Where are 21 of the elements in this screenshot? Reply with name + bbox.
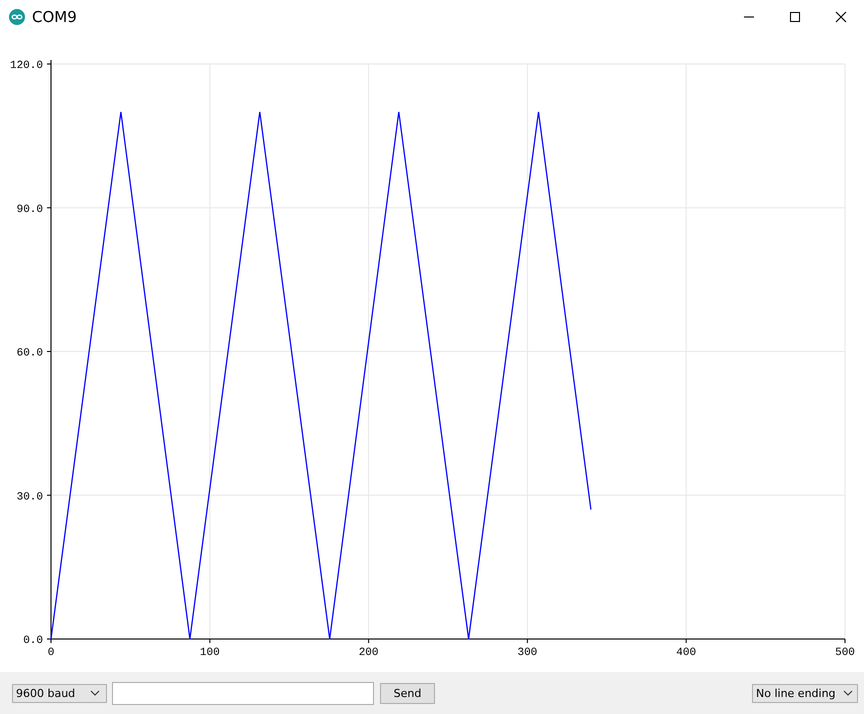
maximize-icon bbox=[789, 11, 801, 23]
close-icon bbox=[835, 11, 847, 23]
x-tick-label: 300 bbox=[518, 647, 538, 659]
x-tick-label: 400 bbox=[676, 647, 696, 659]
window-title: COM9 bbox=[32, 8, 77, 26]
y-tick-label: 120.0 bbox=[10, 60, 43, 72]
app-icon bbox=[9, 9, 25, 25]
caret-icon bbox=[90, 690, 100, 696]
x-tick-label: 500 bbox=[835, 647, 855, 659]
x-tick-label: 200 bbox=[358, 647, 378, 659]
line-ending-dropdown[interactable]: No line ending bbox=[752, 684, 858, 702]
y-tick-label: 0.0 bbox=[23, 635, 43, 647]
baud-dropdown[interactable]: 9600 baud bbox=[12, 684, 107, 702]
send-button[interactable]: Send bbox=[380, 682, 435, 704]
y-tick-label: 30.0 bbox=[16, 491, 43, 504]
message-field[interactable] bbox=[112, 682, 374, 704]
y-tick-label: 60.0 bbox=[16, 348, 43, 360]
x-tick-label: 0 bbox=[48, 647, 54, 659]
x-tick-label: 100 bbox=[200, 647, 220, 659]
caret-icon bbox=[843, 690, 853, 696]
y-tick-label: 90.0 bbox=[16, 204, 43, 216]
